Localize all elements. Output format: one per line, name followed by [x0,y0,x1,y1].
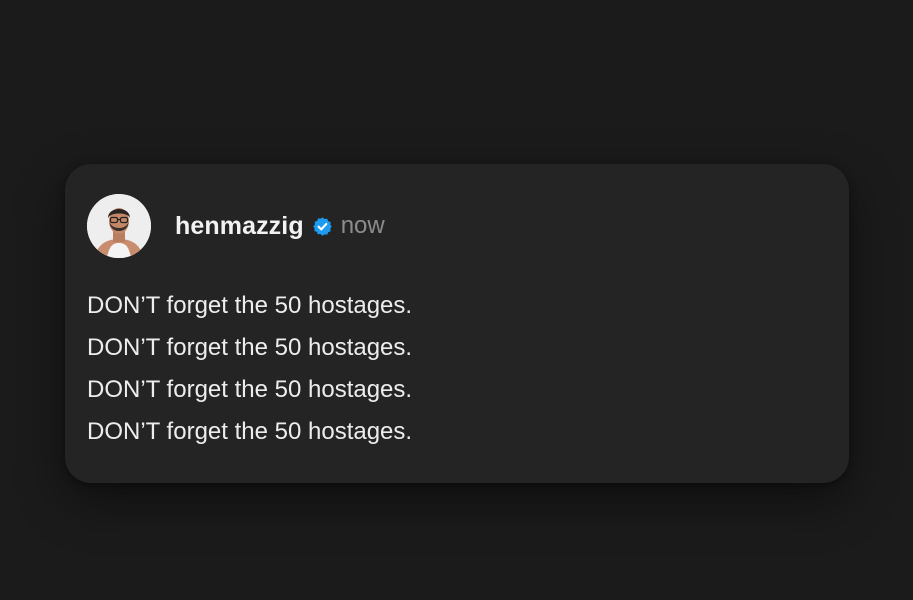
post-header: henmazzig now [87,194,385,258]
post-text-line: DON’T forget the 50 hostages. [87,334,413,361]
post-text-line: DON’T forget the 50 hostages. [87,292,413,319]
post-timestamp: now [340,212,385,239]
post-card: henmazzig now DON’T forget the 50 hostag… [65,164,849,483]
username[interactable]: henmazzig [175,212,304,241]
post-body: DON’T forget the 50 hostages. DON’T forg… [87,285,412,453]
post-text-line: DON’T forget the 50 hostages. [87,418,413,445]
post-text-line: DON’T forget the 50 hostages. [87,376,413,403]
avatar-photo [87,194,151,258]
verified-badge-icon [312,216,333,237]
avatar[interactable] [87,194,151,258]
